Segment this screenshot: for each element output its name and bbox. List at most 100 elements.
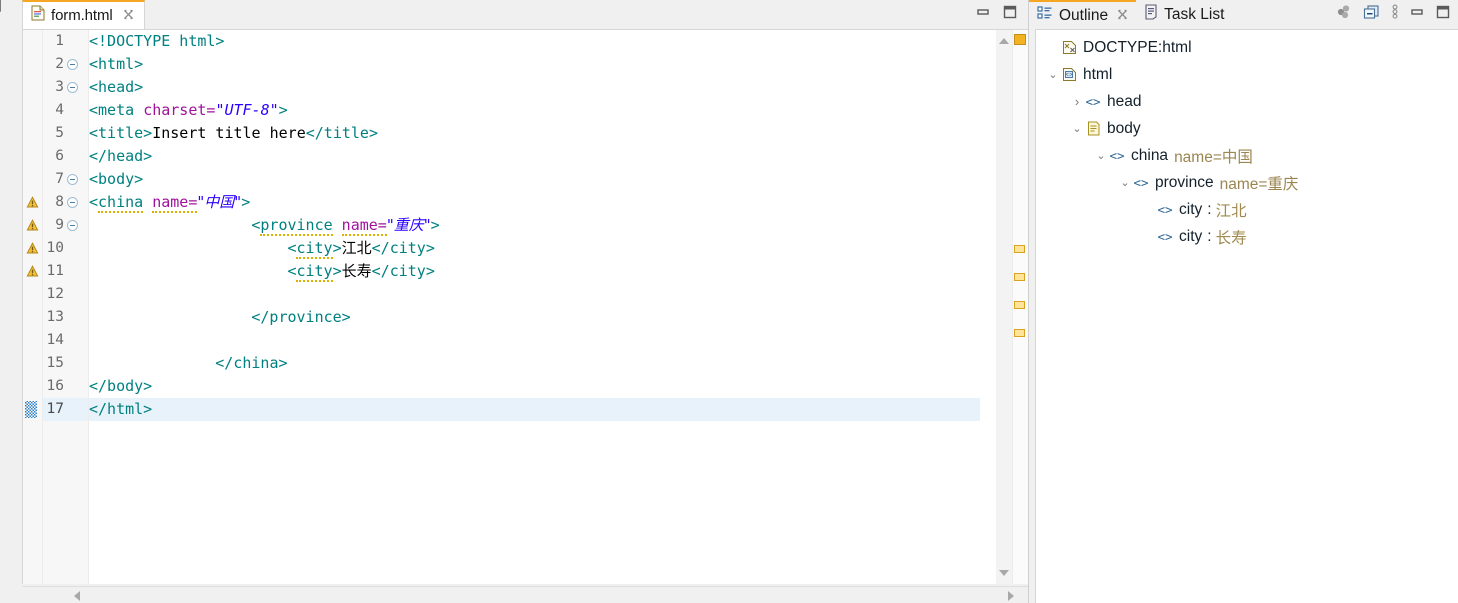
scroll-left-arrow[interactable]: [74, 591, 80, 601]
line-number: 4: [55, 102, 64, 118]
chevron-right-icon[interactable]: ›: [1070, 94, 1084, 109]
vertical-scrollbar[interactable]: [996, 30, 1012, 584]
code-line[interactable]: </head>: [89, 145, 980, 168]
outline-tree-item[interactable]: ⌄ <> china name=中国: [1036, 142, 1458, 169]
editor-tab-label: form.html: [51, 7, 113, 24]
chevron-down-icon[interactable]: ⌄: [1118, 176, 1132, 189]
eclipse-ide-window: form.html 1 2 3 4 5 6 7 8 9 10 11 12 13 …: [0, 0, 1458, 603]
chevron-down-icon[interactable]: ⌄: [1046, 68, 1060, 81]
editor-tab-form-html[interactable]: form.html: [22, 0, 145, 29]
scroll-right-arrow[interactable]: [1008, 591, 1014, 601]
outline-item-label: china: [1131, 146, 1169, 164]
tab-task-list[interactable]: Task List: [1136, 0, 1232, 29]
code-line[interactable]: <city>长寿</city>: [89, 260, 980, 283]
chevron-down-icon[interactable]: ⌄: [1070, 122, 1084, 135]
chevron-down-icon[interactable]: ⌄: [1094, 149, 1108, 162]
element-icon: <>: [1157, 229, 1173, 244]
html-icon: <>: [1060, 67, 1078, 82]
overview-ruler[interactable]: [1012, 30, 1028, 584]
ruler-marker-warning[interactable]: [1014, 329, 1025, 337]
code-line[interactable]: </html>: [89, 398, 980, 421]
line-number: 5: [55, 125, 64, 141]
outline-tree-item[interactable]: <> city: 长寿: [1036, 223, 1458, 250]
code-line[interactable]: <province name="重庆">: [89, 214, 980, 237]
code-line[interactable]: <head>: [89, 76, 980, 99]
fold-collapse-icon[interactable]: [67, 82, 78, 93]
tab-outline-label: Outline: [1059, 6, 1109, 24]
close-icon[interactable]: [123, 9, 134, 22]
line-number: 12: [46, 286, 64, 302]
element-icon: <>: [1133, 175, 1149, 190]
fold-collapse-icon[interactable]: [67, 59, 78, 70]
outline-item-attribute: name=中国: [1174, 148, 1253, 166]
warning-icon[interactable]: [26, 219, 39, 232]
outline-item-separator: :: [1207, 200, 1212, 218]
outline-item-label: html: [1083, 65, 1113, 83]
svg-text:<>: <>: [1065, 72, 1073, 79]
minimize-icon[interactable]: [1410, 5, 1424, 24]
sort-icon[interactable]: [1336, 4, 1352, 25]
maximize-icon[interactable]: [1435, 4, 1451, 25]
outline-item-value: 长寿: [1215, 229, 1247, 247]
html-file-icon: [31, 5, 45, 26]
close-icon[interactable]: [1117, 9, 1128, 23]
outline-item-label: city: [1179, 200, 1203, 218]
scroll-down-arrow[interactable]: [999, 570, 1009, 576]
fold-collapse-icon[interactable]: [67, 174, 78, 185]
code-line[interactable]: <html>: [89, 53, 980, 76]
outline-item-label: DOCTYPE:html: [1083, 38, 1192, 56]
outline-tree-item[interactable]: › <> head: [1036, 88, 1458, 115]
scroll-up-arrow[interactable]: [999, 38, 1009, 44]
line-number: 14: [46, 332, 64, 348]
editor-body: 1 2 3 4 5 6 7 8 9 10 11 12 13 14 15 16 17 <!DOCTYPE html…: [22, 29, 1028, 584]
code-line[interactable]: </china>: [89, 352, 980, 375]
minimize-icon[interactable]: [976, 5, 990, 24]
ruler-marker-warning[interactable]: [1014, 301, 1025, 309]
outline-tree[interactable]: DOCTYPE:html ⌄ <> html › <> head ⌄ body ⌄ <> china n…: [1035, 29, 1458, 603]
editor-tab-row: form.html: [0, 0, 1028, 29]
element-icon: <>: [1157, 202, 1173, 217]
ruler-marker-warnings-summary[interactable]: [1014, 34, 1026, 45]
code-text-area[interactable]: <!DOCTYPE html> <html> <head> <meta charset…: [89, 30, 980, 584]
annotation-gutter[interactable]: [23, 30, 43, 584]
maximize-icon[interactable]: [1002, 4, 1018, 25]
view-menu-icon[interactable]: [1391, 4, 1399, 25]
fold-collapse-icon[interactable]: [67, 197, 78, 208]
line-number: 10: [46, 240, 64, 256]
collapse-all-icon[interactable]: [1363, 4, 1380, 25]
line-number: 2: [55, 56, 64, 72]
code-line[interactable]: <!DOCTYPE html>: [89, 30, 980, 53]
outline-icon: [1037, 5, 1053, 26]
fold-collapse-icon[interactable]: [67, 220, 78, 231]
outline-tree-item[interactable]: ⌄ <> province name=重庆: [1036, 169, 1458, 196]
body-icon: [1084, 121, 1102, 136]
code-line[interactable]: <body>: [89, 168, 980, 191]
outline-tree-item[interactable]: DOCTYPE:html: [1036, 34, 1458, 61]
outline-item-label: province: [1155, 173, 1214, 191]
code-line[interactable]: </province>: [89, 306, 980, 329]
code-line[interactable]: [89, 329, 980, 352]
view-toolbar: [1336, 0, 1451, 29]
ruler-marker-warning[interactable]: [1014, 245, 1025, 253]
folding-gutter[interactable]: [67, 30, 89, 584]
code-line[interactable]: <title>Insert title here</title>: [89, 122, 980, 145]
perspective-corner-icon: [0, 0, 14, 16]
editor-pane: form.html 1 2 3 4 5 6 7 8 9 10 11 12 13 …: [0, 0, 1028, 603]
tab-outline[interactable]: Outline: [1029, 0, 1137, 29]
code-line[interactable]: </body>: [89, 375, 980, 398]
outline-tree-item[interactable]: ⌄ body: [1036, 115, 1458, 142]
warning-icon[interactable]: [26, 196, 39, 209]
horizontal-scrollbar[interactable]: [22, 586, 1028, 603]
warning-icon[interactable]: [26, 265, 39, 278]
outline-tree-item[interactable]: <> city: 江北: [1036, 196, 1458, 223]
outline-item-label: head: [1107, 92, 1142, 110]
code-line[interactable]: <city>江北</city>: [89, 237, 980, 260]
warning-icon[interactable]: [26, 242, 39, 255]
code-line[interactable]: [89, 283, 980, 306]
tab-task-list-label: Task List: [1164, 5, 1225, 23]
code-line[interactable]: <meta charset="UTF-8">: [89, 99, 980, 122]
code-line[interactable]: <china name="中国">: [89, 191, 980, 214]
ruler-marker-warning[interactable]: [1014, 273, 1025, 281]
line-number: 16: [46, 378, 64, 394]
outline-tree-item[interactable]: ⌄ <> html: [1036, 61, 1458, 88]
